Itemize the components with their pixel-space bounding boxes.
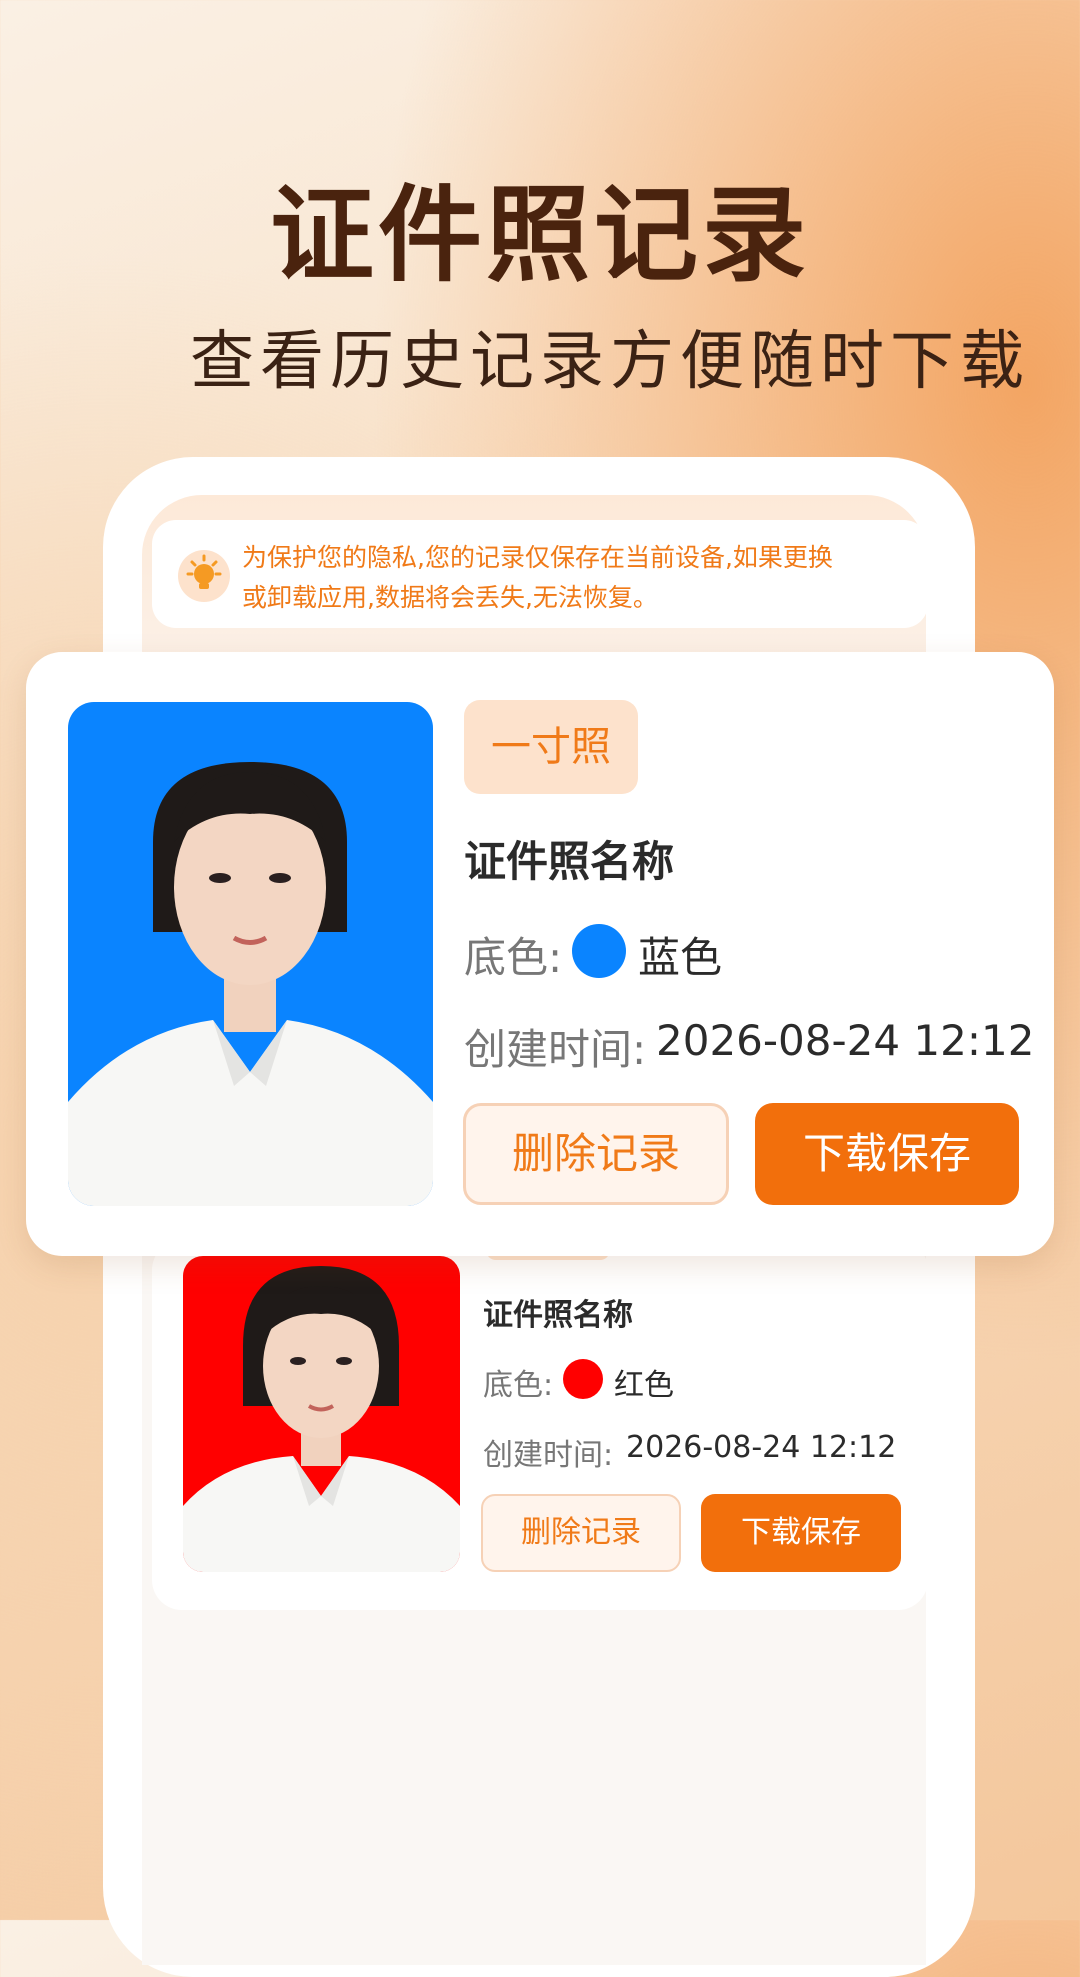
background-color-label: 底色:	[464, 933, 563, 982]
promo-headline: 证件照记录	[269, 174, 810, 296]
privacy-notice-line: 或卸载应用,数据将会丢失,无法恢复。	[242, 583, 658, 612]
photo-size-tag: 一寸照	[464, 700, 638, 794]
delete-record-button[interactable]: 删除记录	[481, 1494, 681, 1572]
id-photo-thumbnail[interactable]	[183, 1256, 460, 1572]
background-color-label: 底色:	[483, 1368, 554, 1403]
record-name: 证件照名称	[464, 837, 675, 886]
delete-record-button[interactable]: 删除记录	[463, 1103, 729, 1205]
id-photo-thumbnail[interactable]	[68, 702, 433, 1206]
created-time-value: 2026-08-24 12:12	[626, 1430, 897, 1465]
color-swatch	[563, 1359, 603, 1399]
created-time-value: 2026-08-24 12:12	[656, 1016, 1035, 1065]
record-name: 证件照名称	[483, 1298, 633, 1333]
promo-subheadline: 查看历史记录方便随时下载	[190, 325, 1030, 399]
download-save-button[interactable]: 下载保存	[701, 1494, 901, 1572]
privacy-notice: 为保护您的隐私,您的记录仅保存在当前设备,如果更换 或卸载应用,数据将会丢失,无…	[152, 520, 928, 628]
download-save-button[interactable]: 下载保存	[755, 1103, 1019, 1205]
background-color-value: 红色	[614, 1368, 674, 1403]
created-time-label: 创建时间:	[464, 1025, 647, 1074]
background-color-value: 蓝色	[638, 933, 723, 982]
color-swatch	[572, 924, 626, 978]
privacy-notice-text: 为保护您的隐私,您的记录仅保存在当前设备,如果更换 或卸载应用,数据将会丢失,无…	[242, 538, 902, 618]
privacy-notice-line: 为保护您的隐私,您的记录仅保存在当前设备,如果更换	[242, 543, 833, 572]
lightbulb-icon	[178, 550, 230, 602]
created-time-label: 创建时间:	[483, 1438, 614, 1473]
